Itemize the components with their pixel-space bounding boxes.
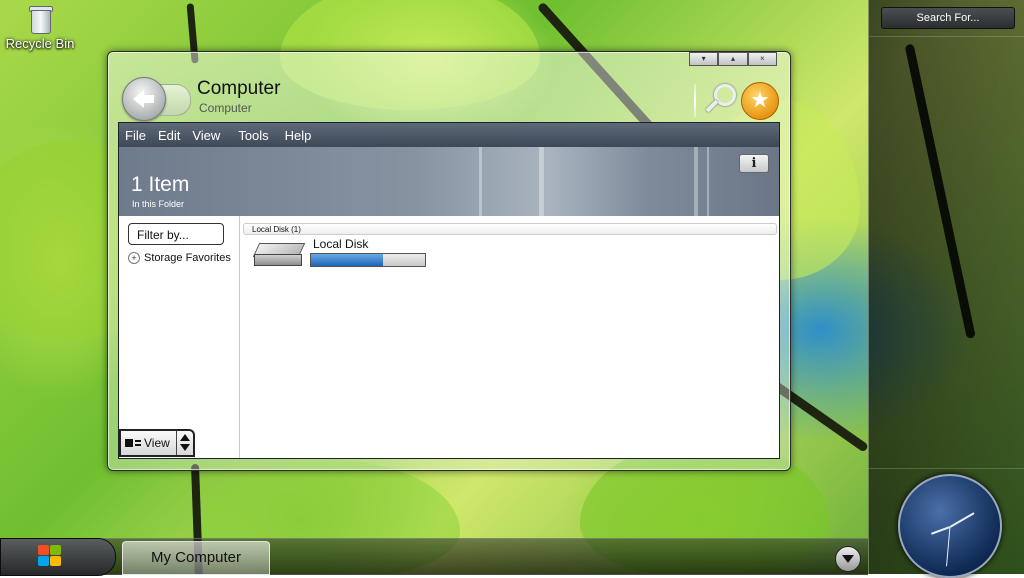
tree-item-label: Storage Favorites [144, 252, 231, 264]
minimize-button[interactable]: ▾ [689, 52, 719, 66]
filter-button[interactable]: Filter by... [128, 223, 224, 245]
window-subtitle: Computer [199, 101, 252, 115]
search-icon[interactable] [703, 82, 737, 118]
menu-help[interactable]: Help [279, 128, 318, 143]
menu-tools[interactable]: Tools [232, 128, 274, 143]
back-button[interactable] [122, 77, 166, 121]
view-label: View [144, 436, 170, 450]
folder-banner: 1 Item In this Folder i [118, 147, 780, 216]
clock-hour-hand [930, 526, 951, 535]
drive-name[interactable]: Local Disk [313, 237, 368, 251]
recycle-bin-icon [27, 4, 53, 34]
clock-minute-hand [949, 512, 975, 528]
branch-decoration [904, 43, 976, 339]
close-button[interactable]: × [747, 52, 777, 66]
sort-down-icon [180, 444, 190, 451]
drive-usage-bar [310, 253, 426, 267]
item-count: 1 Item [131, 173, 190, 196]
hard-drive-icon[interactable] [252, 241, 306, 267]
view-button[interactable]: View [119, 429, 195, 457]
expand-icon[interactable]: + [128, 252, 140, 264]
desktop-icon-label: Recycle Bin [5, 36, 75, 51]
navigation-pane: Filter by... + Storage Favorites View [119, 216, 240, 458]
item-count-caption: In this Folder [132, 199, 185, 209]
toolbar-separator [694, 84, 696, 118]
windows-flag-icon [38, 545, 62, 567]
sidebar-divider [869, 36, 1024, 37]
clock-second-hand [946, 526, 951, 567]
drive-usage-fill [311, 254, 383, 266]
sort-up-icon [180, 434, 190, 441]
menu-edit[interactable]: Edit [152, 128, 186, 143]
content-area: Filter by... + Storage Favorites View Lo… [118, 216, 780, 459]
clock-gadget[interactable] [898, 474, 1002, 578]
menu-view[interactable]: View [186, 128, 226, 143]
view-sort-toggle[interactable] [176, 431, 194, 455]
view-mode-icon [125, 439, 133, 447]
info-button[interactable]: i [739, 154, 769, 173]
menu-bar: File Edit View Tools Help [118, 122, 780, 148]
menu-file[interactable]: File [119, 128, 152, 143]
desktop-icon-recycle-bin[interactable]: Recycle Bin [2, 4, 78, 51]
star-favorites-icon[interactable]: ★ [741, 82, 779, 120]
tree-item-storage-favorites[interactable]: + Storage Favorites [128, 252, 231, 264]
chevron-down-icon[interactable] [835, 546, 861, 572]
sidebar-divider [869, 468, 1024, 469]
caption-buttons: ▾ ▴ × [689, 52, 777, 66]
search-for-button[interactable]: Search For... [881, 7, 1015, 29]
taskbar-button-my-computer[interactable]: My Computer [122, 541, 270, 575]
window-title: Computer [197, 78, 281, 99]
group-header[interactable]: Local Disk (1) [243, 223, 777, 235]
maximize-button[interactable]: ▴ [718, 52, 748, 66]
